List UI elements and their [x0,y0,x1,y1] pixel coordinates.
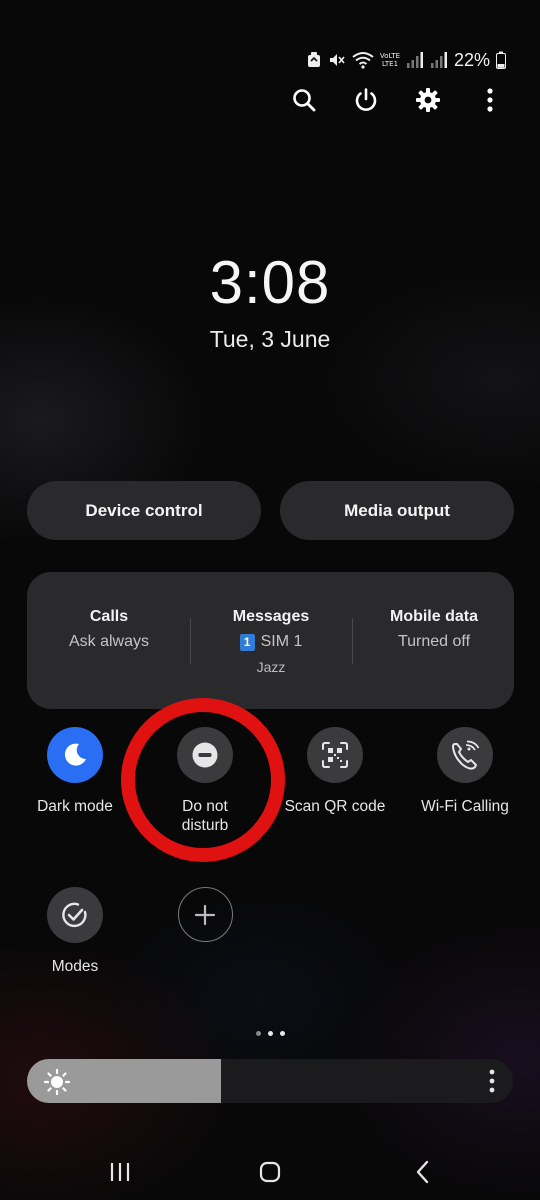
tile-label: Scan QR code [284,798,386,815]
wifi-calling-icon [452,740,480,770]
clock-time: 3:08 [209,249,331,316]
sim-info-card: Calls Ask always Messages 1 SIM 1 Jazz M… [27,572,514,709]
add-icon [194,904,216,925]
mute-icon [329,54,345,66]
svg-text:VoLTE: VoLTE [380,52,400,60]
sun-icon [43,1068,71,1096]
page-dot-active [268,1031,273,1036]
tile-modes[interactable]: Modes [15,887,135,976]
messages-carrier: Jazz [256,659,286,675]
svg-text:LTE1: LTE1 [382,60,398,68]
page-indicator [256,1031,285,1036]
home-icon [259,1161,281,1183]
moon-icon [64,743,86,766]
back-button[interactable] [393,1150,453,1194]
clock-date: Tue, 3 June [209,326,331,352]
data-saver-icon [307,52,320,67]
tile-add[interactable] [145,887,265,942]
page-dot [280,1031,285,1036]
brightness-more-icon[interactable] [489,1069,495,1093]
navigation-bar [0,1150,540,1194]
tile-dark-mode[interactable]: Dark mode [15,727,135,816]
status-bar: VoLTE LTE1 22% [306,46,506,74]
more-vertical-icon [487,88,493,112]
qr-scan-icon [322,742,348,768]
calls-status: Ask always [68,633,150,650]
more-options-button[interactable] [470,80,510,120]
signal-sim2-icon [430,52,447,68]
power-button[interactable] [346,80,386,120]
mobile-data-title: Mobile data [389,608,478,625]
wifi-icon [352,52,374,69]
messages-sim: 1 SIM 1 [191,633,351,651]
scan-qr-toggle[interactable] [307,727,363,783]
tile-label: Dark mode [37,798,113,815]
wifi-calling-toggle[interactable] [437,727,493,783]
calls-setting[interactable]: Calls Ask always [29,608,189,651]
tile-label: Wi-Fi Calling [421,798,509,815]
search-button[interactable] [284,80,324,120]
signal-sim1-icon [406,52,423,68]
back-icon [416,1160,429,1184]
dark-mode-toggle[interactable] [47,727,103,783]
gear-icon [416,88,440,112]
mobile-data-setting[interactable]: Mobile data Turned off [354,608,514,651]
page-dot [256,1031,261,1036]
do-not-disturb-icon [192,742,218,768]
media-output-button[interactable]: Media output [280,481,514,540]
brightness-slider[interactable] [27,1059,513,1103]
do-not-disturb-toggle[interactable] [177,727,233,783]
battery-icon [496,51,506,69]
tile-wifi-calling[interactable]: Wi-Fi Calling [405,727,525,816]
messages-sim-label: SIM 1 [260,633,303,650]
tile-label: Do not disturb [181,798,229,834]
recent-apps-icon [110,1163,130,1181]
modes-toggle[interactable] [47,887,103,943]
divider [352,618,353,664]
tile-scan-qr[interactable]: Scan QR code [275,727,395,816]
tile-do-not-disturb[interactable]: Do not disturb [145,727,265,835]
tile-label: Modes [51,958,99,975]
home-button[interactable] [240,1150,300,1194]
search-icon [293,89,316,112]
device-control-button[interactable]: Device control [27,481,261,540]
mobile-data-status: Turned off [397,633,471,650]
power-icon [355,88,377,111]
volte-icon: VoLTE LTE1 [380,52,400,68]
add-tile-button[interactable] [177,887,233,942]
messages-setting[interactable]: Messages 1 SIM 1 Jazz [191,608,351,675]
recent-apps-button[interactable] [90,1150,150,1194]
settings-button[interactable] [408,80,448,120]
sim-badge-icon: 1 [239,633,255,651]
battery-level: 22% [453,49,490,70]
calls-title: Calls [89,608,129,625]
modes-icon [62,902,87,928]
quick-panel-toolbar [284,80,510,120]
messages-title: Messages [232,608,310,625]
